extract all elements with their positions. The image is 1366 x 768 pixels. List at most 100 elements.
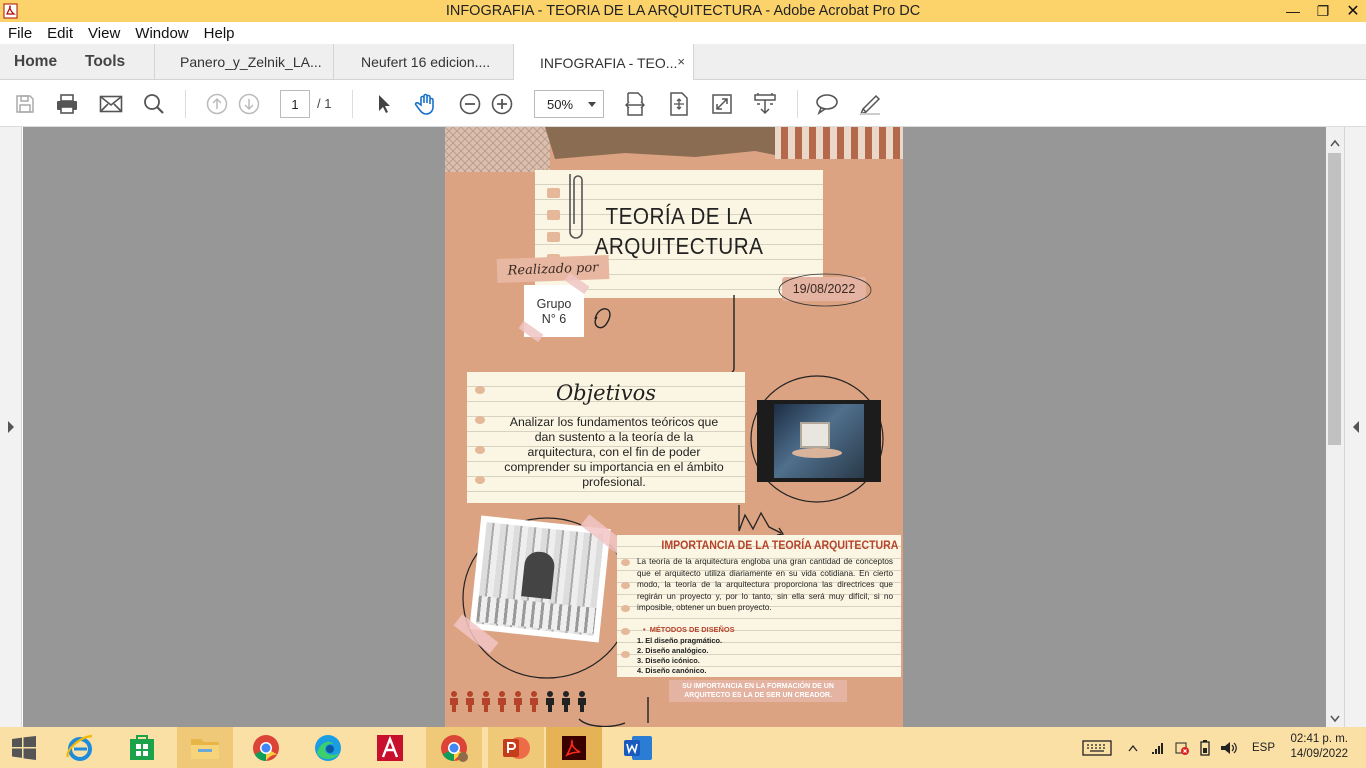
email-icon[interactable]: [99, 92, 123, 116]
zigzag-doodle: [738, 505, 785, 536]
method-item: 2. Diseño analógico.: [637, 646, 709, 655]
menu-help[interactable]: Help: [204, 25, 235, 42]
clock-time: 02:41 p. m.: [1290, 733, 1348, 745]
toolbar-divider: [185, 90, 186, 118]
method-item: 4. Diseño canónico.: [637, 666, 707, 675]
objectives-text: Analizar los fundamentos teóricos que da…: [504, 415, 724, 489]
internet-explorer-taskbar-icon[interactable]: [54, 727, 106, 768]
left-pane-toggle[interactable]: [0, 127, 22, 727]
footer-note: SU IMPORTANCIA EN LA FORMACIÓN DE UN ARQ…: [669, 680, 847, 702]
window-titlebar: INFOGRAFIA - TEORIA DE LA ARQUITECTURA -…: [0, 0, 1366, 22]
chrome-profile-taskbar-icon[interactable]: [426, 727, 482, 768]
expand-left-icon[interactable]: [7, 421, 15, 433]
edge-taskbar-icon[interactable]: [302, 727, 354, 768]
comment-icon[interactable]: [815, 92, 839, 116]
acrobat-app-icon: [3, 3, 18, 19]
methods-heading-text: MÉTODOS DE DISEÑOS: [649, 625, 735, 634]
zoom-out-icon[interactable]: [458, 92, 482, 116]
close-window-button[interactable]: ✕: [1340, 0, 1366, 22]
window-title: INFOGRAFIA - TEORIA DE LA ARQUITECTURA -…: [445, 3, 921, 19]
fit-width-icon[interactable]: [623, 92, 647, 116]
bottom-doodle: [578, 697, 649, 727]
page-number-input[interactable]: 1: [280, 90, 310, 118]
powerpoint-taskbar-icon[interactable]: [488, 727, 544, 768]
clock[interactable]: 02:41 p. m. 14/09/2022: [1290, 732, 1348, 762]
importance-text: La teoría de la arquitectura engloba una…: [637, 557, 893, 613]
pdf-page: TEORÍA DE LA ARQUITECTURA Realizado por …: [445, 127, 903, 727]
menu-file[interactable]: File: [8, 25, 32, 42]
zoom-select[interactable]: 50%: [534, 90, 604, 118]
tab-doc-infografia[interactable]: INFOGRAFIA - TEO... ×: [514, 44, 694, 81]
tab-label: INFOGRAFIA - TEO...: [540, 54, 678, 71]
objectives-card: Objetivos Analizar los fundamentos teóri…: [467, 372, 745, 503]
importance-heading: IMPORTANCIA DE LA TEORÍA ARQUITECTURA: [661, 538, 899, 552]
restore-button[interactable]: ❐: [1310, 0, 1336, 22]
tab-home[interactable]: Home: [14, 44, 57, 80]
hand-tool-icon[interactable]: [414, 92, 438, 116]
zoom-value: 50%: [547, 96, 574, 112]
vertical-scrollbar[interactable]: [1326, 127, 1344, 727]
toolbar-divider: [352, 90, 353, 118]
right-pane-toggle[interactable]: [1344, 127, 1366, 727]
highlight-pen-icon[interactable]: [858, 92, 882, 116]
windows-taskbar: ESP 02:41 p. m. 14/09/2022: [0, 727, 1366, 768]
word-taskbar-icon[interactable]: [612, 727, 664, 768]
chrome-taskbar-icon[interactable]: [240, 727, 292, 768]
store-taskbar-icon[interactable]: [116, 727, 168, 768]
keyboard-icon[interactable]: [1082, 739, 1112, 757]
chevron-up-icon[interactable]: [1128, 744, 1138, 752]
security-alert-icon[interactable]: [1174, 740, 1190, 756]
zoom-in-icon[interactable]: [490, 92, 514, 116]
tab-close-icon[interactable]: ×: [677, 54, 685, 69]
main-toolbar: 1 / 1 50%: [0, 80, 1366, 127]
expand-right-icon[interactable]: [1352, 421, 1360, 433]
clock-date: 14/09/2022: [1290, 748, 1348, 760]
menu-edit[interactable]: Edit: [47, 25, 73, 42]
previous-page-icon[interactable]: [205, 92, 229, 116]
group-line-1: Grupo: [536, 297, 572, 311]
volume-icon[interactable]: [1220, 740, 1238, 756]
page-total: / 1: [317, 96, 332, 111]
method-item: 1. El diseño pragmático.: [637, 636, 723, 645]
language-indicator[interactable]: ESP: [1252, 742, 1275, 754]
search-icon[interactable]: [142, 92, 166, 116]
chevron-down-icon: [588, 102, 596, 107]
next-page-icon[interactable]: [237, 92, 261, 116]
objectives-heading: Objetivos: [555, 381, 657, 405]
network-signal-icon[interactable]: [1150, 740, 1166, 756]
autocad-taskbar-icon[interactable]: [364, 727, 416, 768]
methods-heading: • MÉTODOS DE DISEÑOS: [643, 625, 735, 634]
footer-note-line-2: ARQUITECTO ES LA DE SER UN CREADOR.: [684, 692, 832, 699]
menu-window[interactable]: Window: [135, 25, 188, 42]
battery-icon[interactable]: [1198, 739, 1212, 756]
film-strip-image: [757, 400, 881, 482]
menu-view[interactable]: View: [88, 25, 120, 42]
tab-doc-neufert[interactable]: Neufert 16 edicion....: [334, 44, 514, 80]
document-title-line-1: TEORÍA DE LA: [605, 203, 753, 229]
minimize-button[interactable]: —: [1280, 0, 1306, 22]
print-icon[interactable]: [55, 92, 79, 116]
file-explorer-taskbar-icon[interactable]: [177, 727, 233, 768]
save-icon[interactable]: [13, 92, 37, 116]
tab-doc-panero[interactable]: Panero_y_Zelnik_LA...: [154, 44, 334, 80]
select-cursor-icon[interactable]: [372, 92, 396, 116]
full-screen-icon[interactable]: [710, 92, 734, 116]
acrobat-taskbar-icon[interactable]: [546, 727, 602, 768]
tab-label: Neufert 16 edicion....: [361, 54, 491, 70]
scroll-mode-icon[interactable]: [753, 92, 777, 116]
scroll-up-icon[interactable]: [1330, 139, 1340, 147]
tab-tools[interactable]: Tools: [85, 44, 125, 80]
system-tray: ESP: [1082, 727, 1275, 768]
group-line-2: N° 6: [541, 312, 567, 326]
scroll-down-icon[interactable]: [1330, 715, 1340, 723]
toolbar-divider: [797, 90, 798, 118]
fit-page-icon[interactable]: [667, 92, 691, 116]
importance-card: IMPORTANCIA DE LA TEORÍA ARQUITECTURA La…: [617, 535, 901, 677]
menu-bar: File Edit View Window Help: [0, 22, 1366, 44]
made-by-label: Realizado por: [496, 255, 610, 283]
scrollbar-thumb[interactable]: [1328, 153, 1341, 445]
start-button[interactable]: [0, 727, 48, 768]
method-item: 3. Diseño icónico.: [637, 656, 700, 665]
architecture-collage-image: [469, 515, 611, 643]
people-icons: [450, 691, 586, 712]
